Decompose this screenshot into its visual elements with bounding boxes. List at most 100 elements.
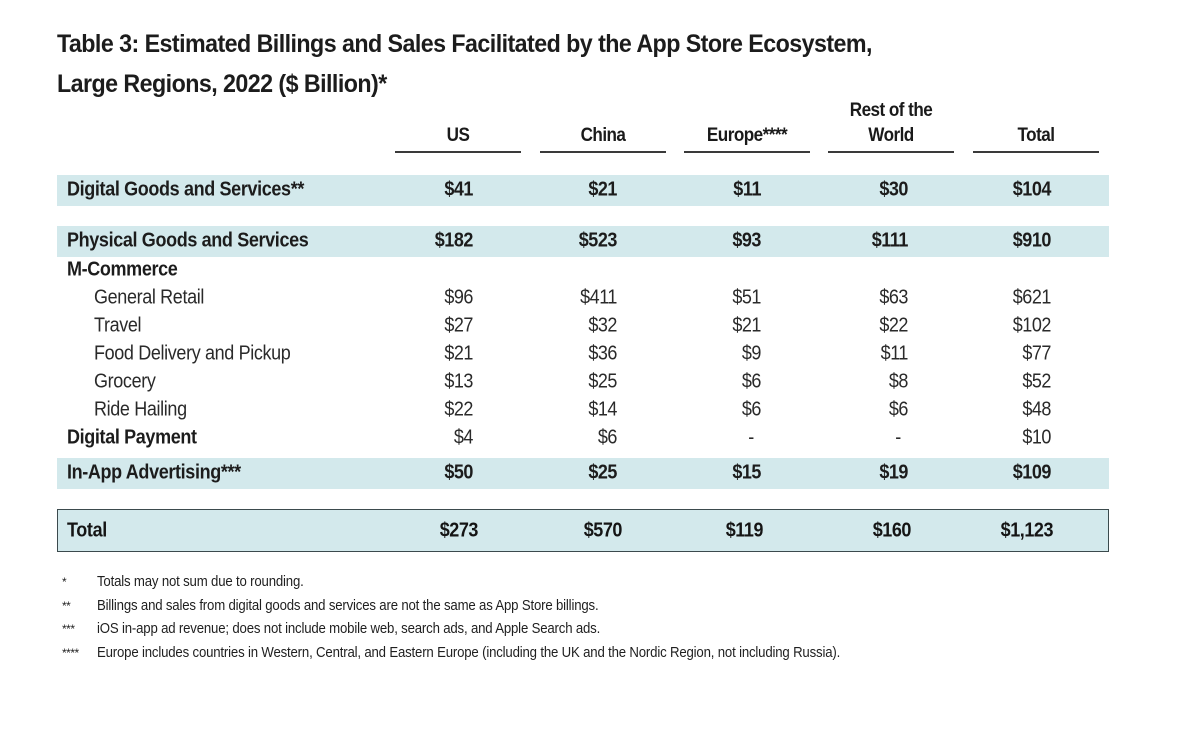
footnote-mark: *	[62, 575, 67, 589]
table-row-in-app-advertising: In-App Advertising*** $50 $25 $15 $19 $109	[57, 457, 1109, 489]
table-row-travel: Travel $27 $32 $21 $22 $102	[57, 312, 1109, 340]
cell-europe: -	[748, 426, 754, 449]
row-label: Digital Payment	[67, 426, 197, 449]
cell-china: $36	[588, 342, 617, 365]
row-label: In-App Advertising***	[67, 461, 241, 484]
table-row-physical-goods-and-services: Physical Goods and Services $182 $523 $93 $1…	[57, 225, 1109, 257]
footnotes: * Totals may not sum due to rounding. **…	[62, 571, 1062, 665]
cell-total: $102	[1012, 314, 1052, 337]
table-row-digital-goods-and-services: Digital Goods and Services** $41 $21 $11 $30…	[57, 174, 1109, 206]
footnote: **** Europe includes countries in Wester…	[62, 642, 1062, 666]
cell-rest-of-world: -	[895, 426, 901, 449]
column-rule-rest-of-world	[828, 151, 954, 153]
cell-us: $27	[444, 314, 473, 337]
cell-rest-of-world: $11	[880, 342, 909, 365]
cell-europe: $93	[732, 229, 761, 252]
footnote-text: Billings and sales from digital goods an…	[97, 596, 599, 614]
column-header-rest-line-2: World	[868, 125, 914, 146]
column-header-europe: Europe****	[706, 125, 788, 146]
cell-europe: $9	[741, 342, 762, 365]
cell-europe: $21	[732, 314, 761, 337]
cell-rest-of-world: $63	[879, 286, 908, 309]
footnote: ** Billings and sales from digital goods…	[62, 595, 1062, 619]
cell-rest-of-world: $8	[888, 370, 909, 393]
row-label: Digital Goods and Services**	[67, 178, 305, 201]
footnote-text: iOS in-app ad revenue; does not include …	[97, 620, 601, 637]
cell-total: $52	[1022, 370, 1051, 393]
cell-total: $910	[1012, 229, 1052, 252]
column-header-total: Total	[1017, 125, 1055, 146]
cell-us: $50	[444, 461, 473, 484]
total-row: Total $273 $570 $119 $160 $1,123	[57, 509, 1109, 552]
column-rule-total	[973, 151, 1099, 153]
row-label: Food Delivery and Pickup	[94, 342, 291, 365]
cell-europe: $11	[733, 178, 761, 201]
table-row-general-retail: General Retail $96 $411 $51 $63 $621	[57, 284, 1109, 312]
footnote-mark: ***	[62, 622, 75, 636]
table-title-line-1: Table 3: Estimated Billings and Sales Fa…	[57, 30, 872, 58]
cell-us: $13	[444, 370, 473, 393]
cell-us: $22	[444, 398, 473, 421]
footnote-text: Totals may not sum due to rounding.	[97, 573, 304, 590]
footnote: * Totals may not sum due to rounding.	[62, 571, 1062, 595]
row-label: Travel	[94, 314, 142, 337]
cell-china: $25	[588, 461, 617, 484]
column-rule-europe	[684, 151, 810, 153]
table-row-ride-hailing: Ride Hailing $22 $14 $6 $6 $48	[57, 396, 1109, 424]
total-value-europe: $119	[725, 519, 764, 541]
footnote-mark: ****	[62, 645, 79, 660]
row-label: Grocery	[94, 370, 156, 393]
table-row-m-commerce: M-Commerce	[57, 256, 1109, 284]
column-header-rest-of-world: Rest of the World	[834, 98, 947, 148]
footnote: *** iOS in-app ad revenue; does not incl…	[62, 618, 1062, 642]
cell-us: $41	[444, 178, 473, 201]
cell-china: $21	[588, 178, 617, 201]
cell-china: $14	[588, 398, 617, 421]
row-label: Physical Goods and Services	[67, 229, 309, 252]
cell-rest-of-world: $111	[871, 229, 909, 252]
footnote-mark: **	[62, 598, 71, 613]
table-title: Table 3: Estimated Billings and Sales Fa…	[57, 24, 987, 104]
cell-china: $6	[597, 426, 618, 449]
row-label: Ride Hailing	[94, 398, 187, 421]
cell-rest-of-world: $19	[879, 461, 908, 484]
cell-europe: $15	[732, 461, 761, 484]
cell-europe: $51	[732, 286, 761, 309]
column-header-china: China	[580, 125, 626, 146]
cell-total: $10	[1022, 426, 1051, 449]
total-value-rest-of-world: $160	[872, 519, 912, 541]
column-headers: US China Europe**** Rest of the World To…	[0, 96, 1200, 156]
cell-china: $32	[588, 314, 617, 337]
column-rule-us	[395, 151, 521, 153]
cell-total: $621	[1012, 286, 1052, 309]
cell-china: $25	[588, 370, 617, 393]
cell-china: $523	[578, 229, 618, 252]
cell-total: $48	[1022, 398, 1051, 421]
total-row-label: Total	[67, 519, 107, 541]
table-row-grocery: Grocery $13 $25 $6 $8 $52	[57, 368, 1109, 396]
cell-us: $4	[453, 426, 474, 449]
cell-rest-of-world: $30	[879, 178, 908, 201]
cell-us: $21	[444, 342, 473, 365]
cell-total: $109	[1012, 461, 1052, 484]
cell-europe: $6	[741, 370, 762, 393]
cell-rest-of-world: $22	[879, 314, 908, 337]
row-label: General Retail	[94, 286, 205, 309]
total-value-us: $273	[439, 519, 479, 541]
column-rule-china	[540, 151, 666, 153]
cell-total: $104	[1012, 178, 1052, 201]
cell-total: $77	[1022, 342, 1051, 365]
cell-rest-of-world: $6	[888, 398, 909, 421]
cell-us: $96	[444, 286, 473, 309]
column-header-rest-line-1: Rest of the	[849, 100, 933, 121]
cell-europe: $6	[741, 398, 762, 421]
footnote-text: Europe includes countries in Western, Ce…	[97, 643, 841, 661]
column-header-us: US	[446, 125, 470, 146]
cell-china: $411	[580, 286, 617, 309]
table-row-food-delivery-and-pickup: Food Delivery and Pickup $21 $36 $9 $11 $77	[57, 340, 1109, 368]
table-row-digital-payment: Digital Payment $4 $6 - - $10	[57, 424, 1109, 452]
total-value-china: $570	[583, 519, 623, 541]
cell-us: $182	[434, 229, 474, 252]
total-value-total: $1,123	[1000, 519, 1054, 541]
row-label: M-Commerce	[67, 258, 178, 281]
